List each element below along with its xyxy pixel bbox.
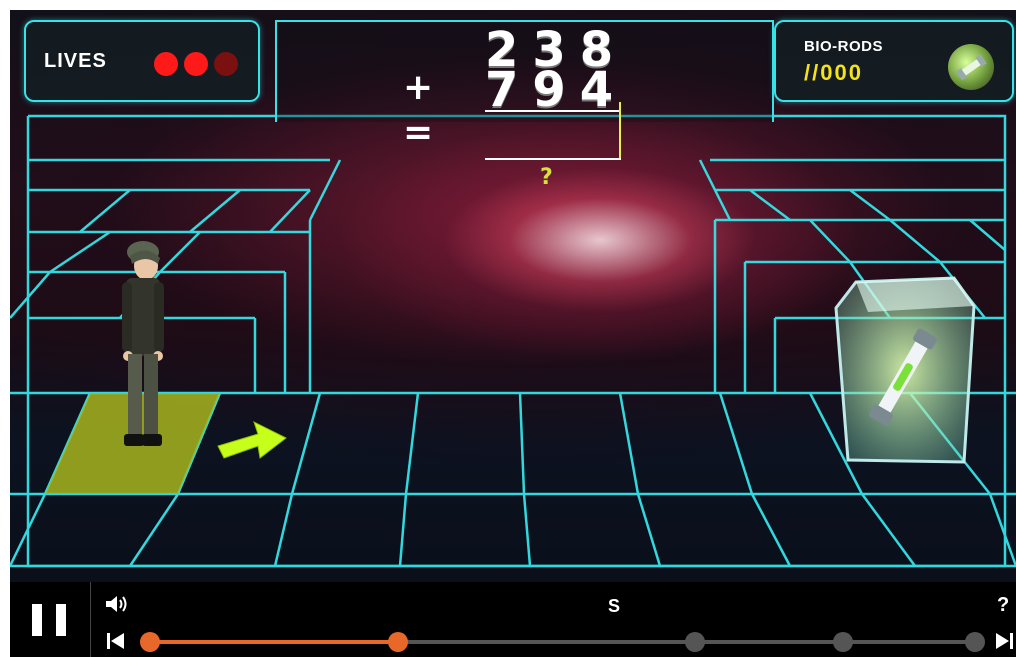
progress-stage-dot[interactable] [140,632,160,652]
lives-panel: LIVES [24,20,260,102]
progress-stage-dot[interactable] [685,632,705,652]
help-button[interactable]: ? [997,594,1009,617]
equals-sign: = [403,112,434,153]
pause-icon [32,604,42,636]
bio-rod-icon [948,44,994,90]
bio-rods-panel: BIO-RODS //000 [774,20,1014,102]
game-stage[interactable]: LIVES 238 + 794 = ? BIO-RODS //000 [10,10,1016,582]
progress-stage-dot[interactable] [833,632,853,652]
pause-button[interactable] [10,582,91,657]
hint-button[interactable]: ? [540,165,553,190]
skip-forward-icon[interactable] [994,632,1014,654]
life-indicator [154,52,178,76]
lives-label: LIVES [44,50,107,72]
answer-input[interactable] [485,102,621,160]
skip-back-icon[interactable] [106,632,126,654]
volume-icon[interactable] [104,594,130,619]
playback-controls: S ? [10,582,1016,657]
bio-rods-label: BIO-RODS [804,38,883,55]
bio-rods-count: //000 [804,60,863,85]
life-indicator [184,52,208,76]
plus-operator: + [403,67,434,108]
life-indicator [214,52,238,76]
subtitles-button[interactable]: S [608,596,620,617]
progress-stage-dot[interactable] [965,632,985,652]
progress-fill [150,640,398,644]
text-cursor [619,102,621,158]
progress-track[interactable] [140,632,985,652]
player-character [122,241,164,446]
pause-icon [56,604,66,636]
direction-arrow-icon [217,421,287,459]
frozen-bio-rod-crate[interactable] [828,272,978,472]
progress-stage-dot[interactable] [388,632,408,652]
bottom-number: 794 [485,62,628,118]
